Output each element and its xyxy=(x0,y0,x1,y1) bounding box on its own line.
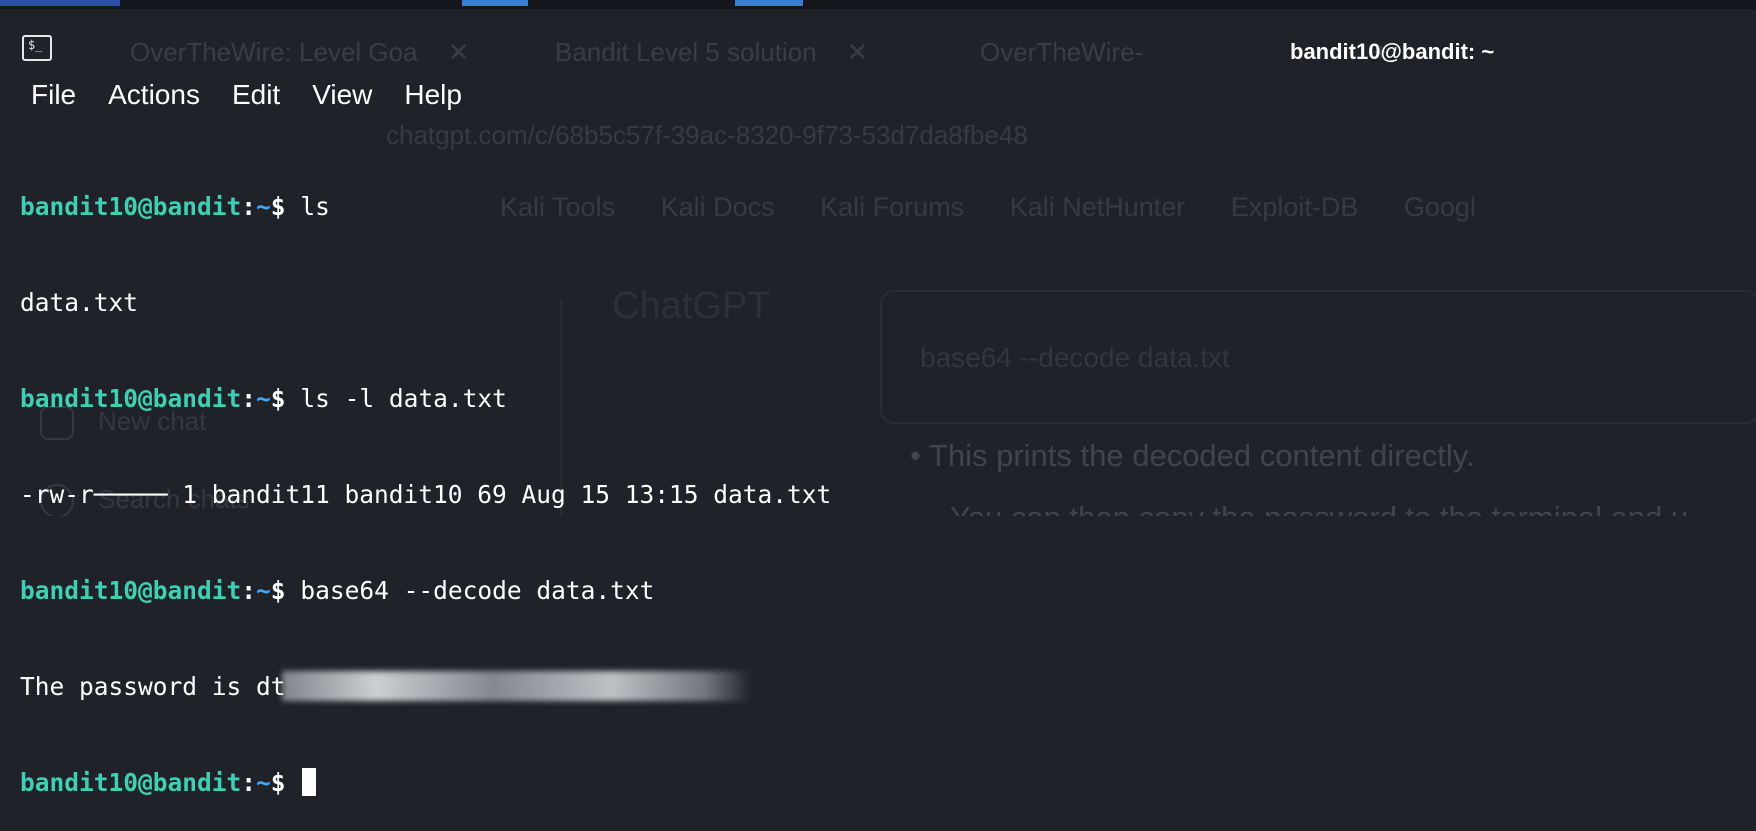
desktop-top-strip xyxy=(0,0,1756,9)
terminal-icon-glyph: $_ xyxy=(28,38,43,52)
terminal-title-bar[interactable]: $_ bandit10@bandit: ~ xyxy=(0,9,1756,75)
prompt-user: bandit10@bandit xyxy=(20,576,242,605)
background-bookmark: Exploit-DB xyxy=(1230,192,1359,222)
desktop-strip-segment xyxy=(0,0,120,6)
background-bookmark: Googl xyxy=(1403,192,1476,222)
background-bullet-2: You can then copy the password to the te… xyxy=(950,500,1688,516)
prompt-user: bandit10@bandit xyxy=(20,192,242,221)
window-title: bandit10@bandit: ~ xyxy=(1290,39,1495,64)
prompt-dollar: $ xyxy=(270,192,286,221)
prompt-colon: : xyxy=(241,576,257,605)
text-cursor xyxy=(302,768,317,796)
command-text: ls -l data.txt xyxy=(300,384,507,413)
output-line: The password is dt xyxy=(20,671,831,703)
prompt-path: ~ xyxy=(256,192,271,221)
prompt-path: ~ xyxy=(256,384,271,413)
desktop-strip-segment xyxy=(735,0,803,6)
menu-edit[interactable]: Edit xyxy=(211,72,291,118)
prompt-dollar: $ xyxy=(270,768,286,797)
prompt-user: bandit10@bandit xyxy=(20,768,242,797)
command-line: bandit10@bandit:~$ ls -l data.txt xyxy=(20,383,831,415)
prompt-colon: : xyxy=(241,384,257,413)
background-code-text: base64 --decode data.txt xyxy=(920,342,1230,373)
output-line: data.txt xyxy=(20,288,139,317)
desktop-strip-segment xyxy=(462,0,528,6)
prompt-path: ~ xyxy=(256,576,271,605)
prompt-colon: : xyxy=(241,768,257,797)
redacted-password-blur xyxy=(281,671,752,701)
command-line: bandit10@bandit:~$ ls xyxy=(20,191,831,223)
password-output-text: The password is dt xyxy=(20,672,286,701)
prompt-dollar: $ xyxy=(270,384,286,413)
prompt-user: bandit10@bandit xyxy=(20,384,242,413)
prompt-colon: : xyxy=(241,192,257,221)
output-line: -rw-r───── 1 bandit11 bandit10 69 Aug 15… xyxy=(20,480,832,509)
menu-bar: File Actions Edit View Help xyxy=(10,72,473,118)
background-bullet-1: • This prints the decoded content direct… xyxy=(910,438,1475,473)
menu-help[interactable]: Help xyxy=(383,72,473,118)
menu-view[interactable]: View xyxy=(291,72,383,118)
background-bookmark: Kali NetHunter xyxy=(1009,192,1186,222)
background-bookmark: Kali Forums xyxy=(820,192,965,222)
terminal-icon: $_ xyxy=(22,35,52,61)
command-line: bandit10@bandit:~$ base64 --decode data.… xyxy=(20,575,831,607)
menu-actions[interactable]: Actions xyxy=(87,72,211,118)
terminal-output[interactable]: bandit10@bandit:~$ ls data.txt bandit10@… xyxy=(20,127,831,831)
command-text: ls xyxy=(300,192,330,221)
prompt-path: ~ xyxy=(256,768,271,797)
prompt-dollar: $ xyxy=(270,576,286,605)
menu-file[interactable]: File xyxy=(10,72,87,118)
command-text: base64 --decode data.txt xyxy=(300,576,655,605)
current-prompt-line[interactable]: bandit10@bandit:~$ xyxy=(20,767,831,799)
